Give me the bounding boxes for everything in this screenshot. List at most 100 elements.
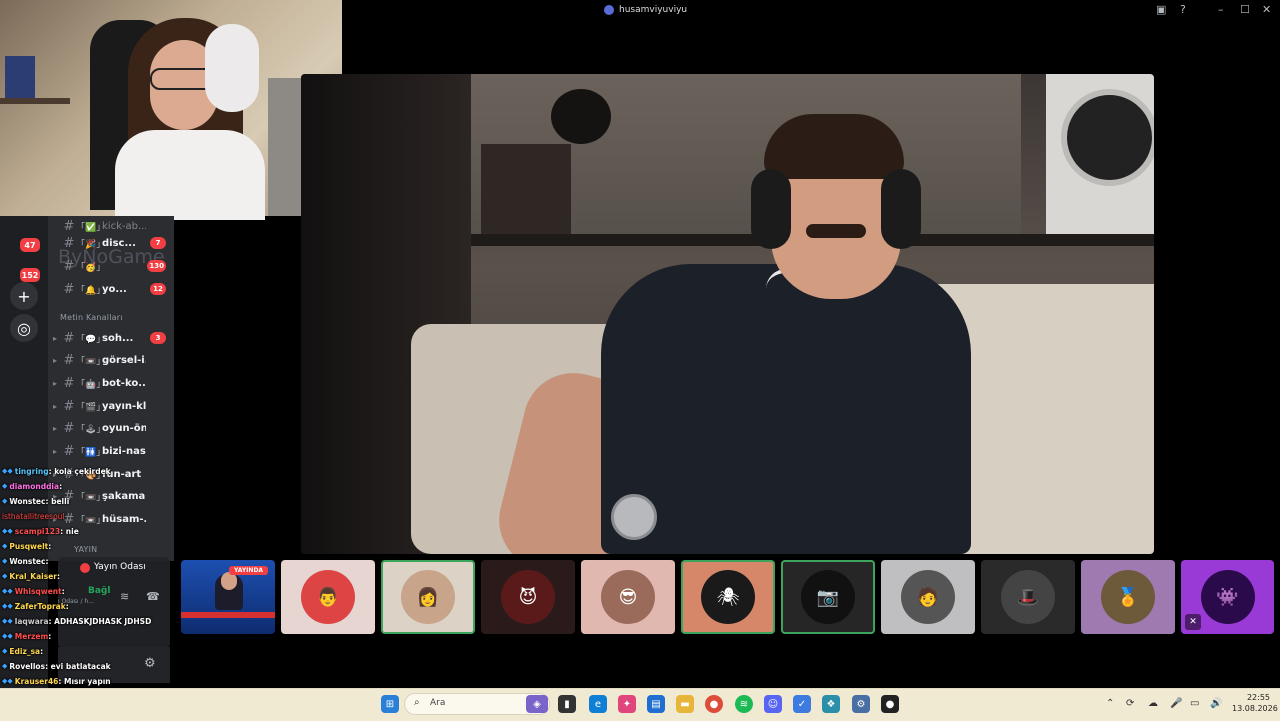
chat-message: isthatallitreesoul bbox=[2, 511, 65, 521]
spotify-icon[interactable]: ≋ bbox=[735, 695, 753, 713]
clock-date: 13.08.2026 bbox=[1232, 704, 1278, 713]
participant-avatar: 🏅 bbox=[1101, 570, 1155, 624]
participant-tile[interactable]: 🕷 bbox=[681, 560, 775, 634]
hash-icon: # bbox=[63, 398, 75, 414]
channel-item[interactable]: # 「🔔」 yo... 12 bbox=[48, 279, 174, 299]
file-explorer-icon[interactable]: ▬ bbox=[676, 695, 694, 713]
participant-avatar: 😎 bbox=[601, 570, 655, 624]
main-video-feed[interactable] bbox=[301, 74, 1154, 554]
hash-icon: # bbox=[63, 281, 75, 297]
add-server-icon[interactable]: + bbox=[10, 282, 38, 310]
sync-icon[interactable]: ⟳ bbox=[1126, 698, 1134, 709]
streamer-body bbox=[115, 130, 265, 220]
search-icon: ⌕ bbox=[414, 697, 420, 708]
chat-message: ◆◆ tingring: kola çekirdek bbox=[2, 466, 111, 476]
widgets-icon[interactable]: ◈ bbox=[526, 695, 548, 713]
participant-tile[interactable]: 😎 bbox=[581, 560, 675, 634]
unread-badge: 130 bbox=[147, 260, 166, 272]
chat-message: ◆ Wonstec: bbox=[2, 556, 49, 566]
streamer-webcam bbox=[0, 0, 342, 220]
task-view-icon[interactable]: ▮ bbox=[558, 695, 576, 713]
system-clock[interactable]: 22:55 13.08.2026 bbox=[1232, 692, 1278, 714]
chat-message: ◆◆ ZaferToprak: bbox=[2, 601, 69, 611]
help-icon[interactable]: ? bbox=[1180, 3, 1186, 16]
hair bbox=[764, 114, 904, 179]
channel-item[interactable]: ▸ # 「💬」 soh... 3 bbox=[48, 328, 174, 348]
display-icon[interactable]: ▭ bbox=[1190, 698, 1199, 709]
chat-message: ◆◆ Whisqwent: bbox=[2, 586, 65, 596]
chat-message: ◆ Ediz_sa: bbox=[2, 646, 44, 656]
wristwatch bbox=[611, 494, 657, 540]
participant-tile[interactable]: 🧑 bbox=[881, 560, 975, 634]
news-ticker bbox=[181, 612, 275, 618]
app-icon-network[interactable]: ❖ bbox=[822, 695, 840, 713]
participant-tile[interactable]: 🏅 bbox=[1081, 560, 1175, 634]
obs-icon[interactable]: ● bbox=[881, 695, 899, 713]
hash-icon: # bbox=[63, 352, 75, 368]
maximize-icon[interactable]: ☐ bbox=[1240, 3, 1250, 16]
channel-item[interactable]: ▸# 「🕹」 oyun-ön... bbox=[48, 418, 174, 438]
participant-avatar: 👾 bbox=[1200, 570, 1255, 624]
chat-message: ◆◆ laqwara: ADHASKJDHASK JDHSD bbox=[2, 616, 152, 626]
chat-message: ◆ Wonstec: belli bbox=[2, 496, 70, 506]
server-badge: 47 bbox=[18, 236, 42, 254]
chat-message: ◆ Pusqwelt: bbox=[2, 541, 52, 551]
channel-item[interactable]: ▸# 「📼」 görsel-i... bbox=[48, 350, 174, 370]
minimize-icon[interactable]: – bbox=[1218, 3, 1224, 16]
participant-avatar: 👨 bbox=[301, 570, 355, 624]
participant-tile[interactable]: 👨 bbox=[281, 560, 375, 634]
hash-icon: # bbox=[63, 375, 75, 391]
discord-icon[interactable]: ☺ bbox=[764, 695, 782, 713]
microphone-icon[interactable]: 🎤 bbox=[1170, 698, 1182, 709]
participant-tile[interactable]: 📷 bbox=[781, 560, 875, 634]
edge-icon[interactable]: e bbox=[589, 695, 607, 713]
hash-icon: # bbox=[63, 420, 75, 436]
participant-tile-stream[interactable]: YAYINDA bbox=[181, 560, 275, 634]
search-placeholder: Ara bbox=[430, 698, 446, 708]
participant-avatar: 😈 bbox=[501, 570, 555, 624]
taskbar bbox=[0, 688, 1280, 721]
chrome-icon[interactable]: ● bbox=[705, 695, 723, 713]
inbox-icon[interactable]: ▣ bbox=[1156, 3, 1166, 16]
window-title: husamviyuviyu bbox=[619, 5, 688, 15]
channel-item[interactable]: ▸# 「🚻」 bizi-nas... bbox=[48, 441, 174, 461]
participant-tile[interactable]: 😈 bbox=[481, 560, 575, 634]
windows-start-icon[interactable]: ⊞ bbox=[381, 695, 399, 713]
shelf bbox=[0, 98, 70, 104]
title-bar bbox=[342, 0, 1280, 22]
channel-item[interactable]: ▸ # 「🤖」 bot-ko... bbox=[48, 373, 174, 393]
live-badge: YAYINDA bbox=[229, 566, 269, 575]
washer-drum bbox=[1061, 89, 1154, 186]
hash-icon: # bbox=[63, 443, 75, 459]
participant-avatar: 👩 bbox=[401, 570, 455, 624]
settings-icon[interactable]: ⚙ bbox=[852, 695, 870, 713]
chat-message: ◆ diamonddia: bbox=[2, 481, 63, 491]
stream-chat: ◆◆ tingring: kola çekirdek ◆ diamonddia: ◆… bbox=[0, 464, 180, 689]
unread-badge: 7 bbox=[150, 237, 166, 249]
channel-item[interactable]: # 「🥳」 130 bbox=[48, 256, 174, 276]
participant-tile[interactable]: 👩 bbox=[381, 560, 475, 634]
headset bbox=[205, 24, 259, 112]
volume-icon[interactable]: 🔊 bbox=[1210, 698, 1222, 709]
hash-icon: # bbox=[63, 218, 75, 234]
close-icon[interactable]: ✕ bbox=[1262, 3, 1271, 16]
hash-icon: # bbox=[63, 330, 75, 346]
app-icon-checkmark[interactable]: ✓ bbox=[793, 695, 811, 713]
category-header[interactable]: Metin Kanalları bbox=[60, 313, 123, 322]
hash-icon: # bbox=[63, 235, 75, 251]
cloud-icon[interactable]: ☁ bbox=[1148, 698, 1158, 709]
muted-mic-icon: ✕ bbox=[1185, 614, 1201, 630]
channel-item[interactable]: ▸# 「🎬」 yayın-kl... bbox=[48, 396, 174, 416]
copilot-icon[interactable]: ✦ bbox=[618, 695, 636, 713]
unread-badge: 3 bbox=[150, 332, 166, 344]
chat-message: ◆◆ Merzem: bbox=[2, 631, 52, 641]
participant-tile[interactable]: 👾 ✕ bbox=[1181, 560, 1274, 634]
participant-avatar: 🕷 bbox=[701, 570, 755, 624]
channel-item[interactable]: # 「🎉」 disc... 7 bbox=[48, 233, 174, 253]
participant-tile[interactable]: 🎩 bbox=[981, 560, 1075, 634]
tray-chevron-icon[interactable]: ⌃ bbox=[1106, 698, 1114, 709]
explore-icon[interactable]: ◎ bbox=[10, 314, 38, 342]
clock-time: 22:55 bbox=[1246, 693, 1270, 702]
store-icon[interactable]: ▤ bbox=[647, 695, 665, 713]
chat-message: ◆◆ scampi123: nie bbox=[2, 526, 79, 536]
